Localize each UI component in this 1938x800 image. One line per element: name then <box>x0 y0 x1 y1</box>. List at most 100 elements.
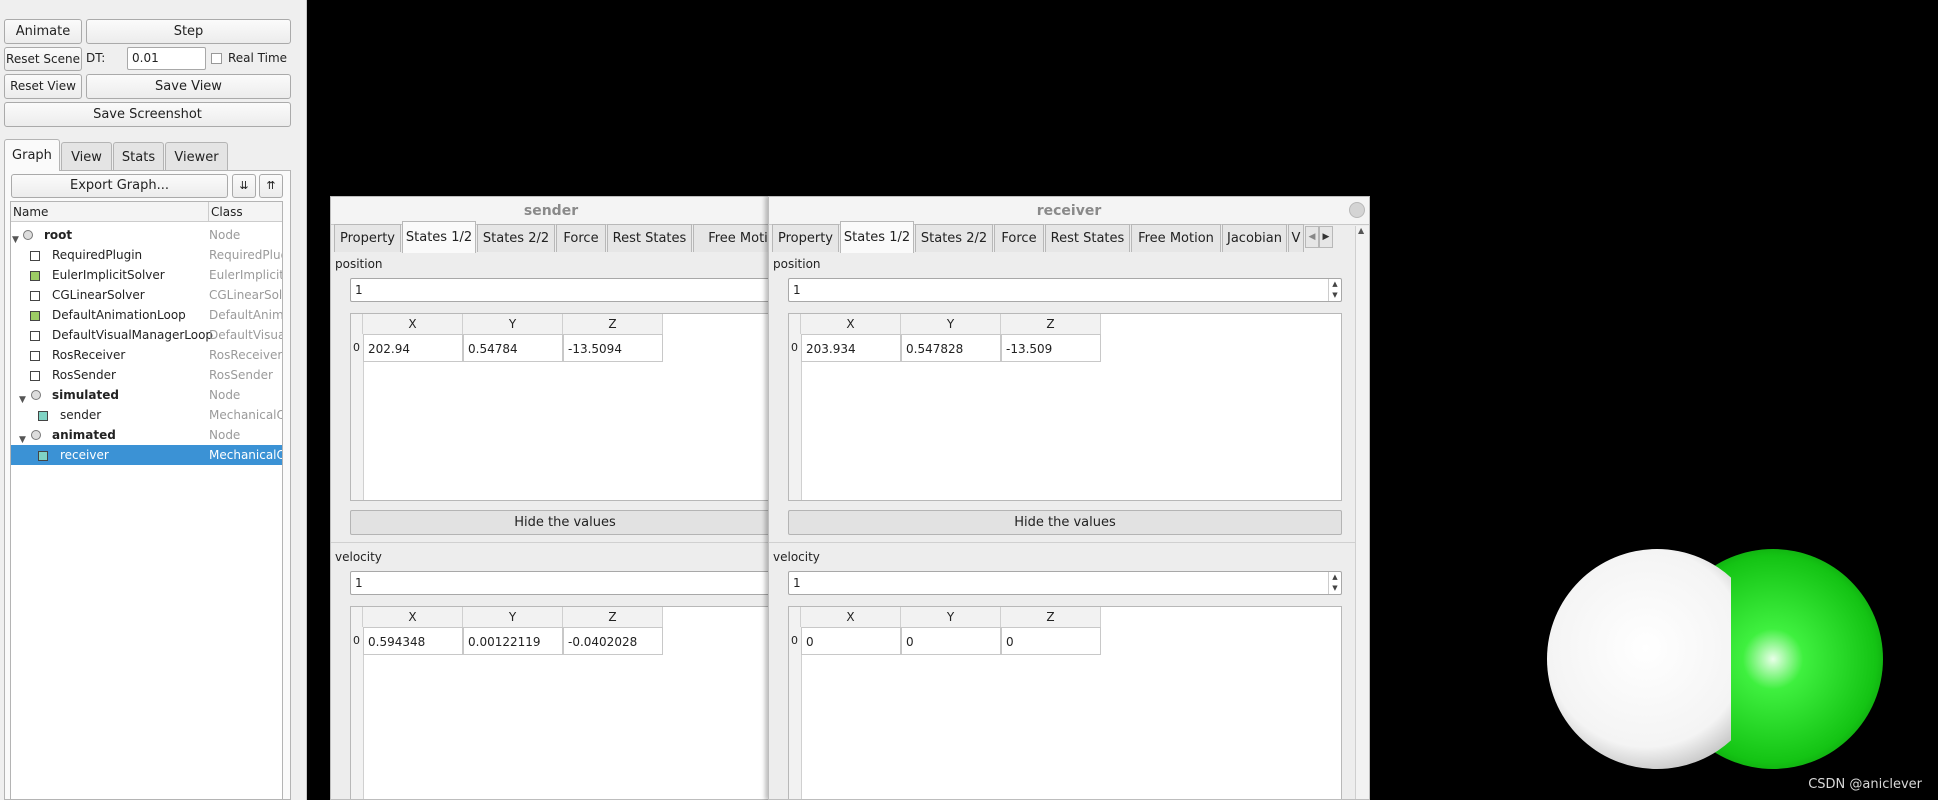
sender-title[interactable]: sender <box>331 197 771 225</box>
hide-values-button[interactable]: Hide the values <box>350 510 771 535</box>
tab-states-2-2[interactable]: States 2/2 <box>915 224 993 252</box>
position-label: position <box>773 257 821 271</box>
tab-free-motion[interactable]: Free Motion <box>1131 224 1221 252</box>
velocity-label: velocity <box>335 550 382 564</box>
position-z-cell[interactable]: -13.509 <box>1001 334 1101 362</box>
expand-all-button[interactable]: ⇈ <box>259 174 283 198</box>
tab-viewer[interactable]: Viewer <box>165 142 228 171</box>
component-icon <box>30 371 40 381</box>
tree-row-sender[interactable]: sender MechanicalOl <box>11 405 282 425</box>
tab-rest-states[interactable]: Rest States <box>607 224 692 252</box>
watermark-text: CSDN @aniclever <box>1808 777 1922 792</box>
tab-more[interactable]: V <box>1288 224 1304 252</box>
tree-row-animated[interactable]: ▼ animated Node <box>11 425 282 445</box>
arrow-left-icon: ◀ <box>1308 232 1316 242</box>
velocity-z-cell[interactable]: 0 <box>1001 627 1101 655</box>
velocity-count-spinbox[interactable]: 1 <box>350 571 771 595</box>
column-header-y: Y <box>901 314 1001 334</box>
tree-row-root[interactable]: ▼ root Node <box>11 225 282 245</box>
velocity-y-cell[interactable]: 0.00122119 <box>463 627 563 655</box>
velocity-y-cell[interactable]: 0 <box>901 627 1001 655</box>
spin-arrows-icon[interactable]: ▲ ▼ <box>1328 572 1341 594</box>
tab-property[interactable]: Property <box>334 224 401 252</box>
vertical-scrollbar[interactable]: ▲ <box>1355 226 1369 799</box>
tree-row-rossender[interactable]: RosSender RosSender <box>11 365 282 385</box>
close-window-button[interactable] <box>1349 202 1365 218</box>
tree-item-class: Node <box>209 388 241 402</box>
position-table: X Y Z 0 203.934 0.547828 -13.509 <box>788 313 1342 501</box>
position-count-spinbox[interactable]: 1 <box>350 278 771 302</box>
tree-item-label: receiver <box>60 448 109 462</box>
tab-view[interactable]: View <box>61 142 112 171</box>
collapse-all-button[interactable]: ⇊ <box>232 174 256 198</box>
row-index: 0 <box>791 341 798 354</box>
spin-arrows-icon[interactable]: ▲ ▼ <box>1328 279 1341 301</box>
save-view-button[interactable]: Save View <box>86 74 291 99</box>
column-header-x: X <box>363 314 463 334</box>
component-icon <box>30 331 40 341</box>
tab-graph[interactable]: Graph <box>4 139 60 171</box>
export-graph-label: Export Graph... <box>70 178 169 193</box>
dt-input[interactable]: 0.01 <box>127 47 206 70</box>
velocity-x-cell[interactable]: 0 <box>801 627 901 655</box>
tab-force[interactable]: Force <box>994 224 1044 252</box>
velocity-z-cell[interactable]: -0.0402028 <box>563 627 663 655</box>
sender-window: sender Property States 1/2 States 2/2 Fo… <box>330 196 772 800</box>
save-screenshot-button[interactable]: Save Screenshot <box>4 102 291 127</box>
3d-viewport-scene[interactable] <box>1547 548 1889 770</box>
tab-stats[interactable]: Stats <box>113 142 164 171</box>
velocity-x-cell[interactable]: 0.594348 <box>363 627 463 655</box>
position-y-cell[interactable]: 0.547828 <box>901 334 1001 362</box>
velocity-label: velocity <box>773 550 820 564</box>
tree-row-requiredplugin[interactable]: RequiredPlugin RequiredPlug <box>11 245 282 265</box>
tree-row-cglinearsolver[interactable]: CGLinearSolver CGLinearSolv <box>11 285 282 305</box>
reset-view-button[interactable]: Reset View <box>4 74 82 99</box>
mechanical-object-icon <box>38 451 48 461</box>
column-header-class[interactable]: Class <box>209 202 282 222</box>
column-header-name[interactable]: Name <box>11 202 209 222</box>
row-index: 0 <box>353 341 360 354</box>
tree-row-rosreceiver[interactable]: RosReceiver RosReceiver <box>11 345 282 365</box>
tab-force[interactable]: Force <box>556 224 606 252</box>
tab-property[interactable]: Property <box>772 224 839 252</box>
tab-scroll-right-button[interactable]: ▶ <box>1319 226 1333 248</box>
velocity-table: X Y Z 0 0.594348 0.00122119 -0.0402028 <box>350 606 771 799</box>
hide-values-button[interactable]: Hide the values <box>788 510 1342 535</box>
real-time-checkbox[interactable] <box>211 53 222 64</box>
tree-item-class: RosSender <box>209 368 273 382</box>
position-x-cell[interactable]: 202.94 <box>363 334 463 362</box>
reset-scene-button[interactable]: Reset Scene <box>4 47 82 71</box>
position-x-cell[interactable]: 203.934 <box>801 334 901 362</box>
tab-states-1-2[interactable]: States 1/2 <box>402 221 476 253</box>
tab-scroll-left-button[interactable]: ◀ <box>1305 226 1319 248</box>
animate-button[interactable]: Animate <box>4 19 82 44</box>
animate-label: Animate <box>15 24 71 39</box>
tree-row-eulerimplicitsolver[interactable]: EulerImplicitSolver EulerImplicitS <box>11 265 282 285</box>
tab-free-motion[interactable]: Free Moti <box>693 224 771 252</box>
step-label: Step <box>173 24 204 39</box>
tree-item-label: root <box>44 228 73 242</box>
reset-scene-label: Reset Scene <box>6 52 80 66</box>
tab-states-1-2[interactable]: States 1/2 <box>840 221 914 253</box>
row-index: 0 <box>791 634 798 647</box>
node-icon <box>31 430 41 440</box>
step-button[interactable]: Step <box>86 19 291 44</box>
tree-row-defaultvisualmanagerloop[interactable]: DefaultVisualManagerLoop DefaultVisual <box>11 325 282 345</box>
tree-row-simulated[interactable]: ▼ simulated Node <box>11 385 282 405</box>
position-y-cell[interactable]: 0.54784 <box>463 334 563 362</box>
receiver-window: receiver Property States 1/2 States 2/2 … <box>768 196 1370 800</box>
scene-graph-tree: Name Class ▼ root Node RequiredPlugin Re… <box>10 201 283 800</box>
column-header-y: Y <box>463 607 563 627</box>
tree-row-receiver[interactable]: receiver MechanicalOl <box>11 445 282 465</box>
tab-jacobian[interactable]: Jacobian <box>1222 224 1287 252</box>
velocity-count-value: 1 <box>793 576 801 590</box>
tab-states-2-2[interactable]: States 2/2 <box>477 224 555 252</box>
export-graph-button[interactable]: Export Graph... <box>11 174 228 198</box>
column-header-x: X <box>363 607 463 627</box>
position-z-cell[interactable]: -13.5094 <box>563 334 663 362</box>
velocity-count-spinbox[interactable]: 1 ▲ ▼ <box>788 571 1342 595</box>
position-count-spinbox[interactable]: 1 ▲ ▼ <box>788 278 1342 302</box>
tab-rest-states[interactable]: Rest States <box>1045 224 1130 252</box>
column-header-z: Z <box>563 314 663 334</box>
tree-row-defaultanimationloop[interactable]: DefaultAnimationLoop DefaultAnima <box>11 305 282 325</box>
